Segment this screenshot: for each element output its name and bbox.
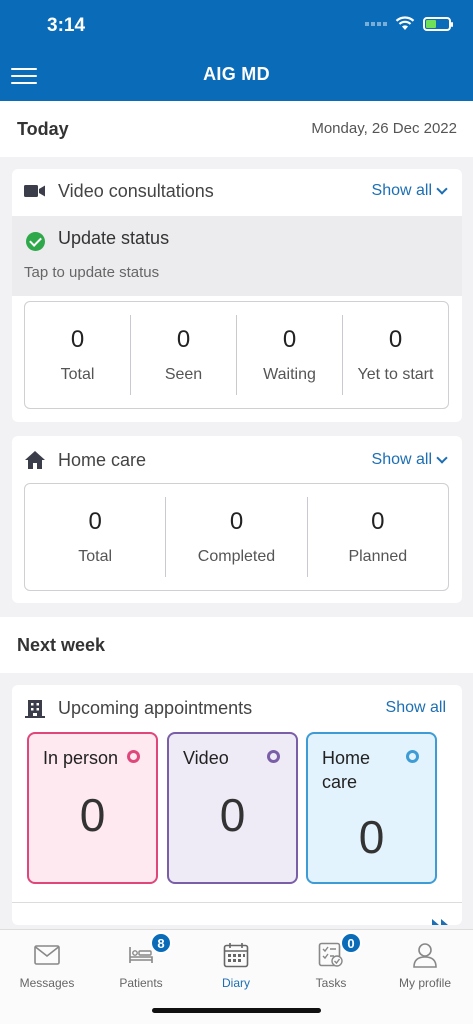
app-header: 3:14 AIG MD <box>0 0 473 101</box>
tab-label: Patients <box>119 976 163 990</box>
tab-label: Diary <box>221 976 250 990</box>
update-status-subtitle: Tap to update status <box>24 264 160 281</box>
home-care-show-all-label: Show all <box>371 451 432 468</box>
tile-label: In person <box>43 748 119 768</box>
status-dot-icon <box>406 750 419 763</box>
tab-label: Messages <box>19 976 75 990</box>
patients-badge: 8 <box>150 932 172 954</box>
next-week-label: Next week <box>17 635 106 655</box>
double-chevron-right-icon <box>430 917 452 925</box>
home-care-title: Home care <box>58 449 147 470</box>
wifi-icon <box>395 16 415 30</box>
stat-value: 0 <box>229 508 244 535</box>
stat-completed: 0 Completed <box>166 497 308 577</box>
tasks-badge: 0 <box>340 932 362 954</box>
video-stats-panel: 0 Total 0 Seen 0 Waiting 0 Yet to start <box>24 301 449 409</box>
video-show-all-link[interactable]: Show all <box>371 182 448 200</box>
tab-my-profile[interactable]: My profile <box>378 940 472 990</box>
stat-value: 0 <box>70 326 85 353</box>
next-week-bar: Next week <box>0 617 473 673</box>
stat-total: 0 Total <box>25 497 167 577</box>
bed-icon: 8 <box>126 932 172 970</box>
chevron-down-icon <box>436 452 448 464</box>
home-indicator <box>152 1008 321 1013</box>
checklist-icon: 0 <box>316 932 362 970</box>
video-camera-icon <box>24 180 46 202</box>
update-status-title: Update status <box>58 228 170 248</box>
video-consultations-header: Video consultations Show all <box>24 176 448 206</box>
stat-value: 0 <box>388 326 403 353</box>
tab-label: My profile <box>398 976 451 990</box>
stat-value: 0 <box>282 326 297 353</box>
home-care-stats-panel: 0 Total 0 Completed 0 Planned <box>24 483 449 591</box>
stat-label: Total <box>60 366 95 383</box>
tile-value: 0 <box>219 789 246 841</box>
stat-planned: 0 Planned <box>308 497 448 577</box>
appointment-tile-home-care[interactable]: Home care 0 <box>306 732 437 884</box>
stat-label: Planned <box>348 548 408 565</box>
signal-icon <box>365 21 387 26</box>
stat-value: 0 <box>176 326 191 353</box>
tile-value: 0 <box>79 789 106 841</box>
battery-icon <box>423 16 453 31</box>
today-bar: Today Monday, 26 Dec 2022 <box>0 101 473 157</box>
upcoming-title: Upcoming appointments <box>58 697 253 718</box>
tab-patients[interactable]: 8 Patients <box>94 932 188 990</box>
upcoming-show-all-label: Show all <box>385 699 446 716</box>
video-show-all-label: Show all <box>371 182 432 199</box>
stat-label: Yet to start <box>357 366 434 383</box>
status-time: 3:14 <box>47 15 86 36</box>
appointment-tile-video[interactable]: Video 0 <box>167 732 298 884</box>
video-consultations-card: Video consultations Show all Update stat… <box>12 169 462 422</box>
calendar-icon <box>221 940 251 970</box>
status-dot-icon <box>267 750 280 763</box>
home-care-header: Home care Show all <box>24 445 448 475</box>
upcoming-show-all-link[interactable]: Show all <box>386 699 446 717</box>
divider <box>12 902 462 903</box>
house-icon <box>24 449 46 471</box>
upcoming-appointments-card: Upcoming appointments Show all In person… <box>12 685 462 925</box>
tile-label: Home care <box>322 748 371 792</box>
status-icons <box>365 16 453 31</box>
update-status-button[interactable]: Update status Tap to update status <box>12 216 462 296</box>
upcoming-header: Upcoming appointments Show all <box>24 693 446 723</box>
stat-value: 0 <box>371 508 385 535</box>
tile-label: Video <box>183 748 229 768</box>
chevron-down-icon <box>436 183 448 195</box>
check-circle-icon <box>26 232 45 251</box>
video-consultations-title: Video consultations <box>58 180 214 201</box>
home-care-show-all-link[interactable]: Show all <box>371 451 448 469</box>
stat-yet-to-start: 0 Yet to start <box>343 315 448 395</box>
stat-value: 0 <box>88 508 102 535</box>
tab-messages[interactable]: Messages <box>0 940 94 990</box>
stat-label: Seen <box>164 366 203 383</box>
stat-seen: 0 Seen <box>131 315 237 395</box>
building-icon <box>24 697 46 719</box>
app-title: AIG MD <box>203 64 270 84</box>
today-date: Monday, 26 Dec 2022 <box>311 120 457 137</box>
stat-label: Total <box>78 548 113 565</box>
envelope-icon <box>32 940 62 970</box>
tab-label: Tasks <box>315 976 347 990</box>
tab-tasks[interactable]: 0 Tasks <box>284 932 378 990</box>
home-care-card: Home care Show all 0 Total 0 Completed 0… <box>12 436 462 603</box>
today-label: Today <box>17 119 69 139</box>
tab-diary[interactable]: Diary <box>189 940 283 990</box>
stat-label: Completed <box>197 548 276 565</box>
appointment-tile-in-person[interactable]: In person 0 <box>27 732 158 884</box>
stat-label: Waiting <box>263 366 316 383</box>
stat-total: 0 Total <box>25 315 131 395</box>
person-icon <box>410 940 440 970</box>
tile-value: 0 <box>358 811 385 863</box>
stat-waiting: 0 Waiting <box>237 315 343 395</box>
status-dot-icon <box>127 750 140 763</box>
